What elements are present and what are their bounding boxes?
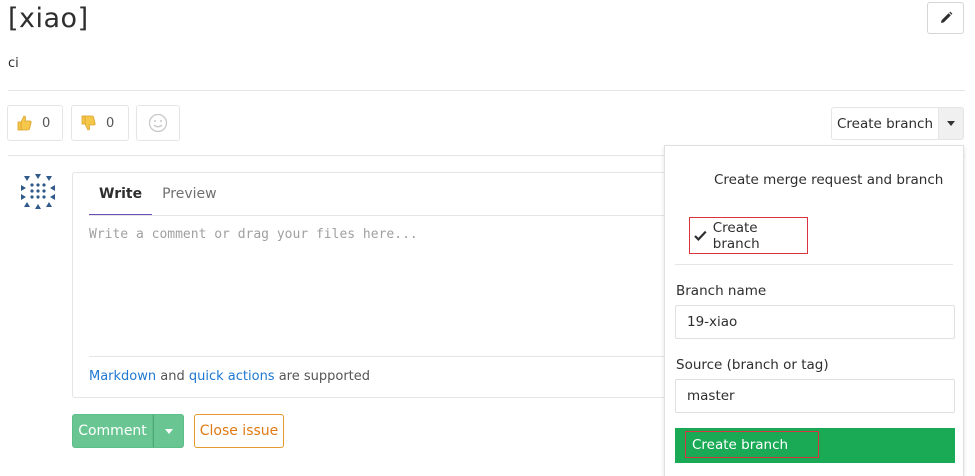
create-branch-dropdown-toggle[interactable] <box>938 107 964 140</box>
markdown-hint: Markdown and quick actions are supported <box>89 369 370 384</box>
source-label: Source (branch or tag) <box>676 357 829 373</box>
chevron-down-icon <box>947 121 955 126</box>
create-branch-submit-button[interactable]: Create branch <box>675 428 955 463</box>
thumbs-down-count: 0 <box>106 115 115 131</box>
thumbs-up-award[interactable]: 0 <box>7 105 63 141</box>
divider <box>8 90 965 91</box>
source-field[interactable] <box>675 379 955 413</box>
option-create-branch[interactable]: Create branch <box>689 217 808 254</box>
create-branch-button[interactable]: Create branch <box>831 107 938 140</box>
option-create-merge-request[interactable]: Create merge request and branch <box>714 172 943 188</box>
issue-title: [xiao] <box>8 3 89 34</box>
pencil-icon <box>940 11 952 23</box>
tab-preview[interactable]: Preview <box>152 173 227 216</box>
submit-label: Create branch <box>685 431 819 458</box>
tab-write[interactable]: Write <box>89 173 153 216</box>
smiley-icon <box>148 113 168 133</box>
hint-text: are supported <box>274 369 371 384</box>
thumbs-up-icon <box>17 115 32 131</box>
thumbs-down-award[interactable]: 0 <box>71 105 129 141</box>
comment-button[interactable]: Comment <box>72 414 153 448</box>
markdown-link[interactable]: Markdown <box>89 369 156 384</box>
comment-tabs: Write Preview <box>89 173 227 216</box>
create-branch-dropdown: Create merge request and branch Create b… <box>664 145 964 476</box>
comment-form: Write Preview Markdown and quick actions… <box>72 172 692 398</box>
option-label: Create branch <box>712 219 760 252</box>
avatar <box>21 174 55 209</box>
create-branch-split-button: Create branch <box>831 107 964 140</box>
comment-input[interactable] <box>89 217 679 347</box>
chevron-down-icon <box>164 428 173 434</box>
add-reaction-button[interactable] <box>136 105 180 141</box>
quick-actions-link[interactable]: quick actions <box>189 369 275 384</box>
close-issue-button[interactable]: Close issue <box>194 414 284 448</box>
branch-name-label: Branch name <box>676 283 767 299</box>
comment-split-button: Comment <box>72 414 184 448</box>
hint-text: and <box>156 369 189 384</box>
thumbs-down-icon <box>81 115 96 131</box>
divider <box>89 215 691 216</box>
comment-options-toggle[interactable] <box>153 414 184 448</box>
edit-button[interactable] <box>927 2 964 34</box>
divider <box>675 264 953 265</box>
branch-name-field[interactable] <box>675 305 955 339</box>
divider <box>89 356 691 357</box>
issue-description: ci <box>8 56 19 71</box>
check-icon <box>694 230 707 241</box>
thumbs-up-count: 0 <box>42 115 51 131</box>
